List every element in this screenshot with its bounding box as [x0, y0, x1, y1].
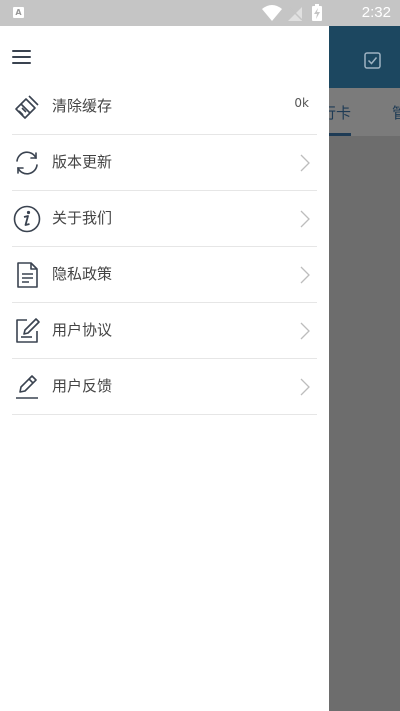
menu-label: 关于我们: [52, 209, 113, 227]
menu-icon[interactable]: [10, 46, 36, 68]
checkbox-icon[interactable]: [364, 52, 381, 69]
chevron-right-icon: [300, 378, 310, 396]
tab-next[interactable]: 管: [392, 102, 400, 123]
document-icon: [17, 262, 38, 288]
chevron-right-icon: [300, 322, 310, 340]
chevron-right-icon: [300, 210, 310, 228]
pen-icon: [16, 375, 38, 399]
menu-label: 隐私政策: [52, 265, 113, 283]
chevron-right-icon: [300, 266, 310, 284]
status-icons: [262, 4, 322, 21]
status-time: 2:32: [361, 4, 391, 21]
menu-label: 版本更新: [52, 153, 113, 171]
menu-label: 用户协议: [52, 321, 113, 339]
info-icon: [13, 205, 41, 233]
no-signal-icon: [288, 6, 303, 21]
notification-icon: A: [13, 7, 24, 18]
chevron-right-icon: [300, 154, 310, 172]
broom-icon: [15, 95, 39, 119]
menu-label: 用户反馈: [52, 377, 113, 395]
menu-item-version-update[interactable]: 版本更新: [12, 135, 317, 191]
menu-item-clear-cache[interactable]: 清除缓存 0k: [12, 79, 317, 135]
menu-item-user-agreement[interactable]: 用户协议: [12, 303, 317, 359]
refresh-icon: [16, 151, 38, 175]
wifi-icon: [262, 5, 282, 21]
menu-item-user-feedback[interactable]: 用户反馈: [12, 359, 317, 415]
navigation-drawer: 清除缓存 0k 版本更新 关于我们 隐私政策 用户协议 用户反馈: [0, 26, 329, 711]
status-bar: A 2:32: [0, 0, 400, 26]
menu-item-privacy-policy[interactable]: 隐私政策: [12, 247, 317, 303]
drawer-menu: 清除缓存 0k 版本更新 关于我们 隐私政策 用户协议 用户反馈: [12, 79, 317, 415]
menu-item-about-us[interactable]: 关于我们: [12, 191, 317, 247]
cache-size: 0k: [294, 96, 309, 110]
battery-charging-icon: [312, 4, 322, 21]
edit-document-icon: [16, 318, 40, 343]
menu-label: 清除缓存: [52, 97, 113, 115]
